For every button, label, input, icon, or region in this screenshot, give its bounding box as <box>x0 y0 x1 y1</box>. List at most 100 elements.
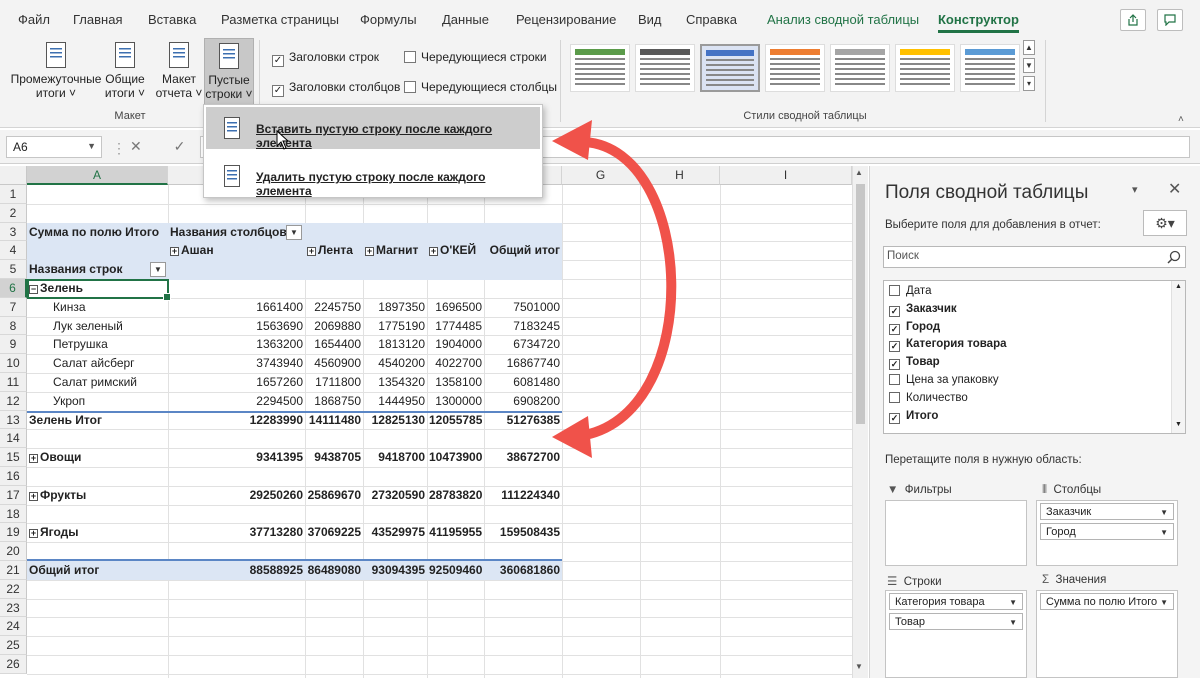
gallery-more-button[interactable]: ▾ <box>1023 76 1035 91</box>
row-header[interactable]: 16 <box>0 467 27 486</box>
tab-design[interactable]: Конструктор <box>938 12 1019 33</box>
field-item[interactable]: Дата <box>889 285 931 297</box>
checkbox-checked[interactable]: ✓ <box>889 341 900 353</box>
field-item[interactable]: Цена за упаковку <box>889 374 999 386</box>
row-header[interactable]: 20 <box>0 542 27 561</box>
checkbox-checked[interactable]: ✓ <box>889 359 900 371</box>
pivot-style-swatch[interactable] <box>635 44 695 92</box>
blank-rows-button[interactable]: Пустые строки ˅ <box>204 38 254 108</box>
row-header[interactable]: 24 <box>0 617 27 637</box>
tab-help[interactable]: Справка <box>686 12 737 27</box>
banded-rows-checkbox[interactable]: Чередующиеся строки <box>404 50 547 64</box>
vertical-scrollbar[interactable]: ▲ ▼ <box>852 166 868 678</box>
tab-page-layout[interactable]: Разметка страницы <box>221 12 339 27</box>
checkbox-unchecked[interactable] <box>889 391 900 403</box>
column-headers-checkbox[interactable]: ✓ Заголовки столбцов <box>272 80 400 97</box>
gallery-down-button[interactable]: ▼ <box>1023 58 1035 73</box>
row-header[interactable]: 21 <box>0 561 27 580</box>
row-header[interactable]: 22 <box>0 579 27 599</box>
pivot-style-swatch[interactable] <box>570 44 630 92</box>
row-header[interactable]: 19 <box>0 523 27 543</box>
row-header[interactable]: 6 <box>0 279 27 298</box>
field-list-scrollbar[interactable]: ▲ ▼ <box>1171 281 1185 433</box>
checkbox-unchecked[interactable] <box>889 285 900 296</box>
expand-icon[interactable]: + <box>365 247 374 257</box>
expand-icon[interactable]: + <box>29 491 38 501</box>
row-header[interactable]: 2 <box>0 203 27 223</box>
pivot-style-swatch[interactable] <box>765 44 825 92</box>
values-item[interactable]: Сумма по полю Итого ▼ <box>1040 593 1174 610</box>
values-area[interactable]: Сумма по полю Итого ▼ <box>1036 590 1178 678</box>
report-layout-button[interactable]: Макет отчета ˅ <box>154 38 204 108</box>
field-item[interactable]: Количество <box>889 391 968 404</box>
row-header[interactable]: 9 <box>0 335 27 355</box>
collapse-ribbon-icon[interactable]: ˄ <box>1178 114 1184 125</box>
row-header[interactable]: 7 <box>0 297 27 317</box>
expand-icon[interactable]: + <box>29 529 38 539</box>
tab-home[interactable]: Главная <box>73 12 122 27</box>
banded-columns-checkbox[interactable]: Чередующиеся столбцы <box>404 80 557 94</box>
columns-item[interactable]: Заказчик ▼ <box>1040 503 1174 520</box>
columns-item[interactable]: Город ▼ <box>1040 523 1174 540</box>
pane-options-icon[interactable]: ▾ <box>1132 183 1138 196</box>
tab-insert[interactable]: Вставка <box>148 12 196 27</box>
expand-icon[interactable]: + <box>429 247 438 257</box>
row-header[interactable]: 26 <box>0 655 27 674</box>
row-header[interactable]: 25 <box>0 636 27 655</box>
tab-file[interactable]: Файл <box>18 12 50 27</box>
checkbox-checked[interactable]: ✓ <box>889 323 900 335</box>
row-headers-checkbox[interactable]: ✓ Заголовки строк <box>272 50 379 67</box>
rows-item[interactable]: Категория товара ▼ <box>889 593 1023 610</box>
tab-view[interactable]: Вид <box>638 12 662 27</box>
columns-area[interactable]: Заказчик ▼ Город ▼ <box>1036 500 1178 566</box>
tab-formulas[interactable]: Формулы <box>360 12 417 27</box>
share-button[interactable] <box>1120 9 1146 31</box>
column-header-i[interactable]: I <box>720 166 852 185</box>
field-item[interactable]: ✓ Категория товара <box>889 338 1007 353</box>
row-header[interactable]: 1 <box>0 185 27 204</box>
expand-icon[interactable]: + <box>29 454 38 464</box>
expand-icon[interactable]: + <box>170 247 179 257</box>
row-header[interactable]: 13 <box>0 410 27 430</box>
column-labels-filter-button[interactable]: ▼ <box>286 224 302 240</box>
pivot-style-swatch[interactable] <box>895 44 955 92</box>
row-header[interactable]: 23 <box>0 598 27 618</box>
tab-data[interactable]: Данные <box>442 12 489 27</box>
pivot-style-swatch[interactable] <box>830 44 890 92</box>
field-item[interactable]: ✓ Итого <box>889 410 938 424</box>
checkbox-checked[interactable]: ✓ <box>889 412 900 424</box>
checkbox-checked[interactable]: ✓ <box>889 305 900 317</box>
tab-review[interactable]: Рецензирование <box>516 12 616 27</box>
row-header[interactable]: 4 <box>0 241 27 261</box>
field-item[interactable]: ✓ Заказчик <box>889 303 957 317</box>
rows-item[interactable]: Товар ▼ <box>889 613 1023 630</box>
grand-totals-button[interactable]: Общие итоги ˅ <box>102 38 148 108</box>
select-all-corner[interactable] <box>0 166 27 185</box>
row-header[interactable]: 18 <box>0 504 27 524</box>
rows-area[interactable]: Категория товара ▼ Товар ▼ <box>885 590 1027 678</box>
checkbox-unchecked[interactable] <box>889 374 900 385</box>
field-item[interactable]: ✓ Товар <box>889 356 940 371</box>
scrollbar-thumb[interactable] <box>856 184 865 424</box>
row-header[interactable]: 11 <box>0 373 27 392</box>
row-header[interactable]: 3 <box>0 222 27 242</box>
expand-icon[interactable]: + <box>307 247 316 257</box>
field-search-input[interactable]: Поиск <box>883 246 1186 268</box>
insert-blank-row-item[interactable]: Вставить пустую строку после каждого эле… <box>206 107 540 150</box>
row-header[interactable]: 12 <box>0 391 27 411</box>
gallery-up-button[interactable]: ▲ <box>1023 40 1035 55</box>
row-labels-filter-button[interactable]: ▼ <box>150 262 166 278</box>
row-header[interactable]: 10 <box>0 354 27 373</box>
row-header[interactable]: 17 <box>0 485 27 505</box>
row-header[interactable]: 15 <box>0 448 27 467</box>
field-item[interactable]: ✓ Город <box>889 321 940 335</box>
name-box[interactable]: A6 ▼ <box>6 136 102 158</box>
subtotals-button[interactable]: Промежуточные итоги ˅ <box>8 38 104 108</box>
filters-area[interactable] <box>885 500 1027 566</box>
worksheet-grid[interactable]: ABCDEFGHI 123456789101112131415161718192… <box>0 166 852 678</box>
gear-icon[interactable]: ⚙▾ <box>1143 210 1187 236</box>
pivot-style-swatch[interactable] <box>700 44 760 92</box>
row-header[interactable]: 14 <box>0 429 27 449</box>
close-icon[interactable]: ✕ <box>1168 179 1181 199</box>
remove-blank-row-item[interactable]: Удалить пустую строку после каждого элем… <box>206 155 540 198</box>
